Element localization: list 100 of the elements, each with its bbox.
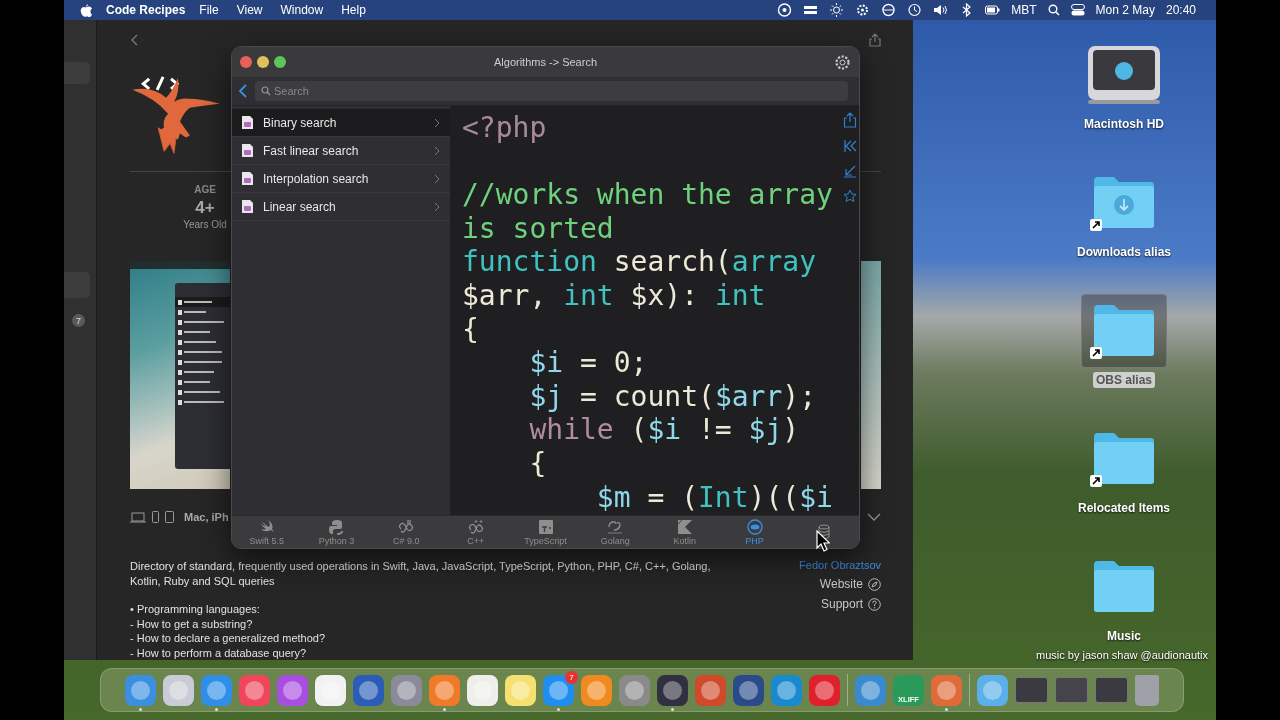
app-icon[interactable]: [467, 674, 498, 706]
app-screenshot-thumbnail[interactable]: [130, 261, 230, 490]
document-icon: [241, 115, 254, 130]
language-tab[interactable]: TypeScript: [510, 516, 581, 548]
minimize-button[interactable]: [257, 56, 269, 68]
icon-label[interactable]: Relocated Items: [1074, 500, 1173, 516]
search-field[interactable]: Search: [255, 81, 848, 101]
language-tab[interactable]: Golang: [580, 516, 651, 548]
menu-item[interactable]: View: [236, 3, 263, 17]
cursor-icon: [816, 530, 830, 552]
close-button[interactable]: [240, 56, 252, 68]
square-icon: [536, 518, 555, 535]
code-line: $arr, int $x): int: [462, 278, 766, 313]
zoom-button[interactable]: [274, 56, 286, 68]
recipe-list-item[interactable]: Linear search: [232, 193, 450, 221]
search-icon[interactable]: [1047, 4, 1060, 16]
window-thumbnail[interactable]: [1055, 677, 1088, 703]
sun-icon[interactable]: [829, 3, 845, 17]
age-rating: 4+: [195, 197, 215, 220]
share-icon[interactable]: [843, 112, 857, 128]
description-line: - How to declare a generalized method?: [130, 631, 327, 646]
code-line: //works when the array: [462, 178, 833, 212]
icon-label[interactable]: Macintosh HD: [1081, 116, 1167, 132]
search-icon: [261, 86, 271, 96]
code-line: $i = 0;: [528, 346, 648, 380]
window-thumbnail[interactable]: [1095, 677, 1128, 703]
arrow-icon[interactable]: [843, 164, 857, 178]
clock-time[interactable]: 20:40: [1165, 3, 1196, 17]
k-icon: [675, 518, 694, 535]
language-tab[interactable]: Swift 5.5: [232, 516, 302, 548]
app-screenshot-thumbnail[interactable]: [861, 261, 881, 490]
chevron-right-icon: [434, 173, 440, 184]
loop-icon: [397, 518, 416, 535]
star-icon[interactable]: [843, 189, 857, 203]
toggle-icon[interactable]: [1070, 4, 1085, 16]
app-icon[interactable]: [733, 674, 764, 706]
battery-icon[interactable]: [985, 3, 1001, 17]
loop-icon: [466, 518, 485, 535]
window-title: Algorithms -> Search: [494, 56, 597, 68]
input-source[interactable]: MBT: [1011, 3, 1037, 17]
document-icon: [241, 199, 254, 214]
developer-link[interactable]: Fedor Obraztsov: [799, 559, 881, 571]
phone-icon: [152, 511, 159, 524]
code-line: function search(array: [462, 245, 816, 279]
language-tab[interactable]: C# 9.0: [371, 516, 441, 548]
apple-icon[interactable]: [80, 3, 92, 17]
skip-back-icon[interactable]: [843, 139, 857, 153]
age-caption: Years Old: [183, 219, 227, 233]
code-line: {: [528, 446, 547, 481]
recipe-list-item[interactable]: Binary search: [232, 109, 450, 137]
ring-icon[interactable]: [777, 3, 793, 17]
app-menu[interactable]: Code Recipes: [106, 3, 186, 17]
app-icon[interactable]: [581, 674, 612, 706]
settings-icon[interactable]: [834, 53, 851, 71]
link-text[interactable]: Website: [819, 577, 863, 591]
menu-item[interactable]: Help: [341, 3, 366, 17]
count-badge: 7: [72, 314, 85, 327]
code-line: $j = count($arr);: [528, 379, 817, 414]
link-text[interactable]: Support: [820, 597, 863, 611]
icon-label[interactable]: Downloads alias: [1074, 244, 1174, 260]
circle-icon[interactable]: [881, 3, 897, 17]
language-tab[interactable]: C++: [441, 516, 511, 548]
speaker-icon[interactable]: [933, 3, 949, 17]
back-chevron-icon[interactable]: [130, 33, 138, 46]
app-icon[interactable]: [353, 674, 384, 706]
language-tab[interactable]: Python 3: [301, 516, 372, 548]
document-icon: [241, 143, 254, 158]
menu-item[interactable]: File: [199, 3, 219, 17]
menu-item[interactable]: Window: [280, 3, 324, 17]
php-icon: [745, 518, 764, 535]
icon-label[interactable]: Music: [1104, 628, 1144, 644]
chevron-right-icon: [434, 145, 440, 156]
compass-icon[interactable]: [868, 577, 881, 591]
platforms-text: Mac, iPh: [184, 511, 229, 524]
chevron-right-icon: [434, 201, 440, 212]
app-icon[interactable]: [619, 674, 650, 706]
chevron-down-icon[interactable]: [867, 513, 881, 522]
help-icon[interactable]: [868, 597, 881, 611]
clock-date[interactable]: Mon 2 May: [1095, 3, 1155, 17]
recipe-list-item[interactable]: Fast linear search: [232, 137, 450, 165]
code-line: $m = (Int)(($i: [595, 480, 833, 515]
description-text: Directory of standard, frequently used operations in Swift, Java, JavaScript, TypeScript, Python, PHP, C#, C++, Golang, Kotlin, Ruby and SQL queries: [130, 559, 712, 588]
gear-icon[interactable]: [855, 3, 871, 17]
code-line: {: [462, 312, 479, 347]
back-chevron-icon[interactable]: [238, 84, 247, 98]
stack-icon[interactable]: [803, 3, 819, 17]
share-icon[interactable]: [869, 32, 881, 47]
window-thumbnail[interactable]: [1015, 677, 1048, 703]
code-line: is sorted: [462, 211, 614, 246]
app-icon[interactable]: [391, 674, 422, 706]
app-icon[interactable]: [505, 674, 536, 706]
recipe-list-item[interactable]: Interpolation search: [232, 165, 450, 193]
app-icon[interactable]: [315, 674, 346, 706]
hard-drive-icon[interactable]: [1086, 44, 1162, 106]
age-label: AGE: [194, 184, 216, 198]
icon-label[interactable]: OBS alias: [1093, 372, 1155, 388]
language-tab[interactable]: Kotlin: [650, 516, 720, 548]
clock-icon[interactable]: [907, 3, 923, 17]
app-icon[interactable]: [163, 674, 194, 706]
code-line: <?php: [462, 111, 547, 145]
